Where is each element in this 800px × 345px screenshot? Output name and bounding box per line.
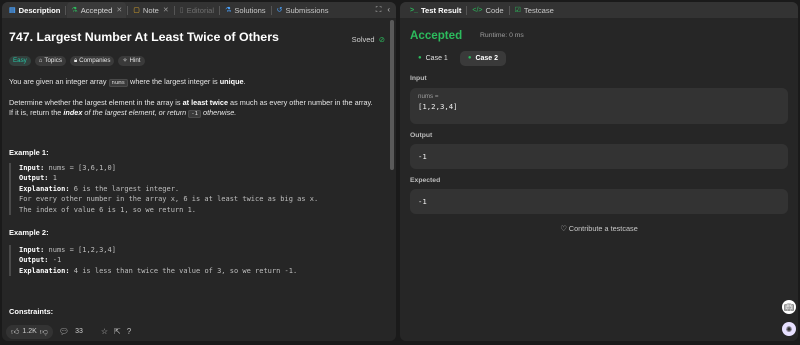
help-icon[interactable]: ? xyxy=(127,327,131,336)
problem-paragraph-1: You are given an integer array nums wher… xyxy=(9,77,246,87)
expected-label: Expected xyxy=(410,177,441,184)
expected-value: -1 xyxy=(418,197,427,206)
companies-chip[interactable]: 🔒︎ Companies xyxy=(69,56,115,66)
hint-chip[interactable]: ✧ Hint xyxy=(118,56,145,66)
assistant-icon[interactable]: ✺ xyxy=(782,322,796,336)
close-icon[interactable]: ✕ xyxy=(116,6,122,14)
like-count: 1.2K xyxy=(22,328,37,335)
constraints-heading: Constraints: xyxy=(9,307,54,316)
book-icon: ▯ xyxy=(179,7,184,14)
tab-code[interactable]: </> Code xyxy=(468,2,507,18)
like-dislike-group: 👍︎ 1.2K 👎︎ xyxy=(6,324,53,339)
solved-status: Solved ⊘ xyxy=(351,35,385,44)
problem-paragraph-2: Determine whether the largest element in… xyxy=(9,98,373,118)
tab-divider xyxy=(270,5,272,15)
tab-divider xyxy=(173,5,175,15)
tab-submissions[interactable]: ↺ Submissions xyxy=(273,2,333,18)
problem-panel: ▤ Description ⚗ Accepted ✕ ▢ Note ✕ ▯ Ed… xyxy=(2,2,396,341)
thumbs-down-icon[interactable]: 👎︎ xyxy=(40,327,48,337)
collapse-icon[interactable]: ‹ xyxy=(387,5,390,15)
case-2-tab[interactable]: ● Case 2 xyxy=(459,51,507,66)
share-icon[interactable]: ⇱ xyxy=(114,327,121,336)
input-value: [1,2,3,4] xyxy=(418,102,458,111)
star-icon[interactable]: ☆ xyxy=(101,327,108,336)
problem-title: 747. Largest Number At Least Twice of Ot… xyxy=(9,30,279,44)
document-icon: ▤ xyxy=(9,7,16,14)
book-icon[interactable]: 📖︎ xyxy=(782,300,796,314)
terminal-icon: >_ xyxy=(410,6,418,14)
result-status: Accepted xyxy=(410,29,463,42)
tab-testcase[interactable]: ☑ Testcase xyxy=(511,2,558,18)
tab-description[interactable]: ▤ Description xyxy=(5,2,64,18)
expected-box: -1 xyxy=(410,189,788,214)
case-tabs: ● Case 1 ● Case 2 xyxy=(410,51,507,66)
app-root: ▤ Description ⚗ Accepted ✕ ▢ Note ✕ ▯ Ed… xyxy=(0,0,800,345)
pass-dot-icon: ● xyxy=(467,55,472,61)
beaker-icon: ⚗ xyxy=(225,7,232,14)
difficulty-chip: Easy xyxy=(9,56,31,66)
expand-icon[interactable]: ⛶ xyxy=(376,5,382,15)
test-result-panel: >_ Test Result </> Code ☑ Testcase Accep… xyxy=(400,2,798,341)
case-1-tab[interactable]: ● Case 1 xyxy=(410,51,456,66)
panel-controls: ⛶ ‹ xyxy=(376,5,396,15)
output-label: Output xyxy=(410,132,433,139)
result-tabbar: >_ Test Result </> Code ☑ Testcase xyxy=(400,2,798,18)
lock-icon: 🔒︎ xyxy=(73,58,78,64)
code-icon: </> xyxy=(472,6,483,14)
example-2-heading: Example 2: xyxy=(9,228,49,237)
lightbulb-icon: ✧ xyxy=(122,58,128,64)
tag-chips: Easy ⌂ Topics 🔒︎ Companies ✧ Hint xyxy=(9,56,145,66)
tab-note[interactable]: ▢ Note ✕ xyxy=(129,2,173,18)
runtime-text: Runtime: 0 ms xyxy=(480,32,524,39)
flask-icon: ⚗ xyxy=(71,7,78,14)
output-box: -1 xyxy=(410,144,788,169)
tab-divider xyxy=(466,5,468,15)
comment-icon[interactable]: 💬︎ xyxy=(59,327,69,336)
output-value: -1 xyxy=(418,152,427,161)
checkbox-icon: ☑ xyxy=(514,7,521,14)
tab-accepted[interactable]: ⚗ Accepted ✕ xyxy=(67,2,127,18)
heart-icon: ♡ xyxy=(560,224,567,233)
input-variable: nums = xyxy=(418,93,439,100)
tab-divider xyxy=(65,5,67,15)
problem-description: 747. Largest Number At Least Twice of Ot… xyxy=(9,18,387,322)
history-icon: ↺ xyxy=(276,7,283,14)
problem-footer: 👍︎ 1.2K 👎︎ 💬︎ 33 ☆ ⇱ ? xyxy=(2,322,396,341)
tab-divider xyxy=(219,5,221,15)
problem-tabbar: ▤ Description ⚗ Accepted ✕ ▢ Note ✕ ▯ Ed… xyxy=(2,2,396,18)
pass-dot-icon: ● xyxy=(418,55,422,61)
inline-code: -1 xyxy=(188,110,202,118)
note-icon: ▢ xyxy=(133,7,140,14)
comment-count: 33 xyxy=(75,328,83,335)
tab-editorial[interactable]: ▯ Editorial xyxy=(176,2,218,18)
scrollbar[interactable] xyxy=(390,20,394,170)
check-circle-icon: ⊘ xyxy=(378,35,385,44)
inline-code: nums xyxy=(108,79,129,87)
topics-chip[interactable]: ⌂ Topics xyxy=(34,56,66,66)
contribute-testcase-link[interactable]: ♡ Contribute a testcase xyxy=(400,224,798,233)
input-box: nums = [1,2,3,4] xyxy=(410,88,788,124)
tab-divider xyxy=(508,5,510,15)
example-1-block: Input: nums = [3,6,1,0] Output: 1 Explan… xyxy=(9,163,318,216)
input-label: Input xyxy=(410,75,427,82)
example-1-heading: Example 1: xyxy=(9,148,49,157)
thumbs-up-icon[interactable]: 👍︎ xyxy=(11,327,19,337)
example-2-block: Input: nums = [1,2,3,4] Output: -1 Expla… xyxy=(9,245,297,277)
tab-divider xyxy=(127,5,129,15)
tag-icon: ⌂ xyxy=(38,58,43,64)
tab-solutions[interactable]: ⚗ Solutions xyxy=(221,2,270,18)
close-icon[interactable]: ✕ xyxy=(163,6,169,14)
tab-test-result[interactable]: >_ Test Result xyxy=(406,2,465,18)
